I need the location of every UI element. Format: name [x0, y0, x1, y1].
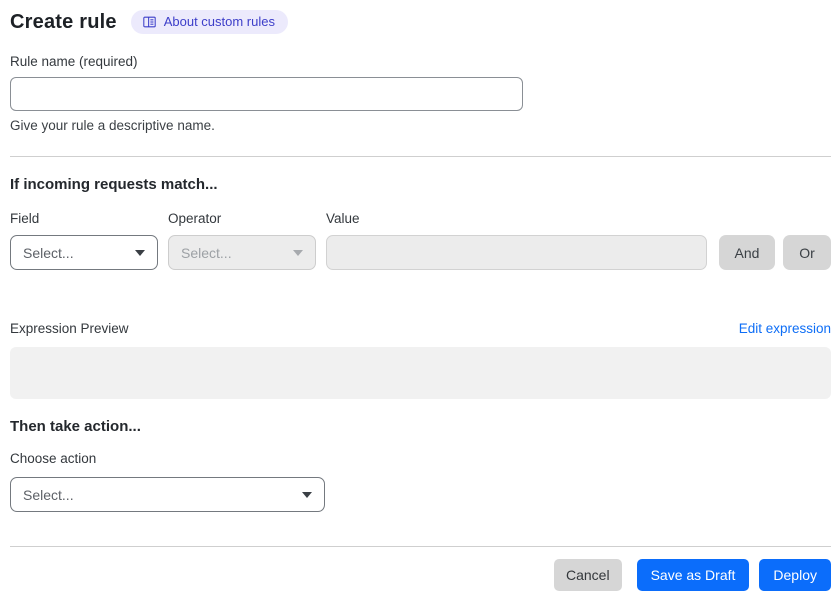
cancel-button[interactable]: Cancel	[553, 559, 622, 591]
rule-name-label: Rule name (required)	[10, 54, 138, 69]
section-divider-top	[10, 156, 831, 157]
choose-action-select[interactable]: Select...	[10, 477, 325, 512]
field-select[interactable]: Select...	[10, 235, 158, 270]
header: Create rule About custom rules	[10, 10, 831, 34]
condition-row: Field Select... Operator Select... Value…	[10, 211, 831, 270]
operator-column: Operator Select...	[168, 211, 316, 270]
action-section-heading: Then take action...	[10, 418, 141, 435]
field-label: Field	[10, 211, 40, 226]
chevron-down-icon	[293, 249, 303, 256]
expression-preview-label: Expression Preview	[10, 321, 129, 336]
create-rule-form: Create rule About custom rules Rule name…	[0, 0, 839, 591]
and-button[interactable]: And	[719, 235, 775, 270]
operator-select[interactable]: Select...	[168, 235, 316, 270]
expression-header-row: Expression Preview Edit expression	[10, 321, 831, 336]
choose-action-placeholder: Select...	[23, 486, 74, 503]
value-input[interactable]	[326, 235, 707, 270]
rule-name-input[interactable]	[10, 77, 523, 111]
deploy-button[interactable]: Deploy	[759, 559, 831, 591]
choose-action-label: Choose action	[10, 451, 97, 466]
value-label: Value	[326, 211, 360, 226]
about-custom-rules-badge[interactable]: About custom rules	[130, 10, 288, 34]
match-section-heading: If incoming requests match...	[10, 176, 218, 193]
about-badge-label: About custom rules	[163, 14, 275, 29]
expression-preview-box	[10, 347, 831, 399]
operator-label: Operator	[168, 211, 222, 226]
rule-name-helper-text: Give your rule a descriptive name.	[10, 118, 215, 133]
or-button[interactable]: Or	[783, 235, 831, 270]
page-title: Create rule	[10, 10, 117, 33]
operator-select-placeholder: Select...	[181, 244, 232, 261]
footer-actions: Cancel Save as Draft Deploy	[10, 559, 831, 591]
save-as-draft-button[interactable]: Save as Draft	[636, 559, 750, 591]
chevron-down-icon	[302, 491, 312, 498]
chevron-down-icon	[135, 249, 145, 256]
value-column: Value	[326, 211, 707, 270]
field-select-placeholder: Select...	[23, 244, 74, 261]
book-icon	[142, 15, 157, 29]
edit-expression-link[interactable]: Edit expression	[739, 321, 831, 336]
section-divider-bottom	[10, 546, 831, 547]
field-column: Field Select...	[10, 211, 158, 270]
